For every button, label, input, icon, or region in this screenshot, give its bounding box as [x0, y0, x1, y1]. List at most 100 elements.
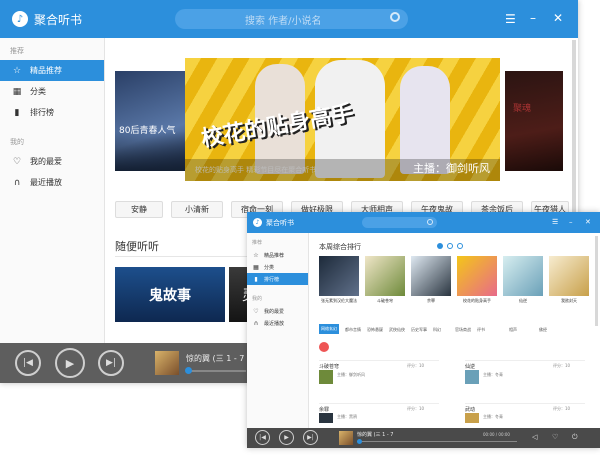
- progress-track[interactable]: [357, 441, 517, 442]
- character-illustration: [400, 66, 450, 174]
- sidebar-item-recent[interactable]: ∩ 最近播放: [247, 317, 308, 329]
- list-item-title[interactable]: 余罪: [319, 406, 329, 413]
- sidebar-item-favorites[interactable]: ♡ 我的最爱: [247, 305, 308, 317]
- category-tab[interactable]: 武侠仙侠: [389, 327, 405, 333]
- player-bar: |◀ ▶ ▶| 惊的翼 (三 1 - 7 00:00 / 00:00 ◁ ♡ ⏻: [247, 428, 600, 448]
- star-icon: ☆: [253, 251, 259, 259]
- search-icon[interactable]: [390, 12, 400, 22]
- title-bar: ♪ 聚合听书 搜索 作者/小说名 ☰ – ✕: [0, 0, 578, 38]
- close-icon[interactable]: ✕: [585, 218, 591, 226]
- play-button[interactable]: ▶: [55, 348, 85, 378]
- book-title: 校花的贴身高手: [463, 298, 491, 303]
- sidebar-item-featured[interactable]: ☆ 精品推荐: [0, 60, 104, 81]
- sidebar-section-mine: 我的: [252, 296, 263, 302]
- search-input[interactable]: [362, 217, 437, 228]
- menu-icon[interactable]: ☰: [552, 218, 558, 226]
- sidebar-item-favorites[interactable]: ♡ 我的最爱: [0, 151, 104, 172]
- next-button[interactable]: ▶|: [98, 350, 124, 376]
- card-ghost-story[interactable]: 鬼故事: [115, 267, 225, 322]
- sidebar-section-recommend: 推荐: [252, 240, 263, 246]
- list-item-title[interactable]: 仙逆: [465, 363, 475, 370]
- book-title: 张无素到汉伦大魔法: [321, 298, 357, 303]
- power-icon[interactable]: ⏻: [572, 433, 578, 442]
- previous-button[interactable]: |◀: [15, 350, 41, 376]
- book-cover[interactable]: [457, 256, 497, 296]
- minimize-icon[interactable]: –: [569, 218, 573, 226]
- volume-icon[interactable]: ◁: [532, 433, 537, 441]
- book-cover[interactable]: [319, 256, 359, 296]
- chart-title: 本周综合排行: [319, 243, 361, 251]
- carousel-dot[interactable]: [447, 243, 453, 249]
- carousel-dot[interactable]: [457, 243, 463, 249]
- category-tab[interactable]: 佛经: [539, 327, 547, 333]
- banner-anchor: 主播：御剑听风: [413, 162, 490, 175]
- sidebar-item-categories[interactable]: ▦ 分类: [0, 81, 104, 102]
- list-item-title[interactable]: 武动: [465, 406, 475, 413]
- sidebar-item-categories[interactable]: ▦ 分类: [247, 261, 308, 273]
- bar-chart-icon: ▮: [254, 275, 258, 283]
- bar-chart-icon: ▮: [14, 107, 20, 118]
- book-cover[interactable]: [503, 256, 543, 296]
- list-item-cover[interactable]: [319, 413, 333, 423]
- banner-left-text: 80后青春人气: [119, 126, 176, 136]
- category-tab[interactable]: 官场商战: [455, 327, 471, 333]
- list-item-meta: 评分：10: [407, 406, 425, 411]
- carousel-dot-active[interactable]: [437, 243, 443, 249]
- category-tab[interactable]: 都市言情: [345, 327, 361, 333]
- album-cover: [339, 431, 353, 445]
- heart-icon: ♡: [12, 156, 22, 167]
- tag-button[interactable]: 小清新: [171, 201, 223, 218]
- category-tab[interactable]: 科幻: [433, 327, 441, 333]
- sidebar-section-recommend: 推荐: [10, 47, 24, 55]
- search-input[interactable]: 搜索 作者/小说名: [175, 9, 408, 29]
- track-title: 惊的翼 (三 1 - 7: [186, 354, 245, 363]
- progress-handle[interactable]: [357, 439, 362, 444]
- track-title: 惊的翼 (三 1 - 7: [357, 432, 394, 438]
- list-item-author: 主播：冬青: [483, 372, 503, 377]
- list-item-cover[interactable]: [465, 413, 479, 423]
- sidebar: 推荐 ☆ 精品推荐 ▦ 分类 ▮ 排行榜 我的 ♡ 我的最爱 ∩ 最近播放: [0, 38, 105, 343]
- album-cover: [155, 351, 179, 375]
- scrollbar[interactable]: [595, 236, 598, 326]
- list-item-cover[interactable]: [319, 370, 333, 384]
- book-cover[interactable]: [549, 256, 589, 296]
- sidebar-item-ranking[interactable]: ▮ 排行榜: [0, 102, 104, 123]
- category-tab[interactable]: 评书: [477, 327, 485, 333]
- card-title: 鬼故事: [149, 287, 191, 304]
- search-placeholder: 搜索 作者/小说名: [245, 15, 322, 27]
- banner-right[interactable]: 聚魂: [505, 71, 563, 171]
- close-icon[interactable]: ✕: [553, 11, 563, 25]
- progress-track[interactable]: [186, 370, 246, 372]
- headphones-icon: ∩: [253, 319, 259, 327]
- list-item-title[interactable]: 斗破苍穹: [319, 363, 339, 370]
- minimize-icon[interactable]: –: [530, 11, 536, 25]
- sidebar-item-label: 我的最爱: [30, 157, 62, 166]
- book-title: 斗破苍穹: [377, 298, 393, 303]
- sidebar-item-label: 排行榜: [30, 108, 54, 117]
- next-button[interactable]: ▶|: [303, 430, 318, 445]
- category-tab[interactable]: 恐怖悬疑: [367, 327, 383, 333]
- category-tab-active[interactable]: 网络玄幻: [319, 324, 339, 334]
- book-title: 仙逆: [519, 298, 527, 303]
- tag-button[interactable]: 安静: [115, 201, 163, 218]
- sidebar-item-label: 精品推荐: [30, 66, 62, 75]
- heart-icon: ♡: [253, 307, 259, 315]
- book-cover[interactable]: [365, 256, 405, 296]
- play-button[interactable]: ▶: [279, 430, 294, 445]
- sidebar-item-featured[interactable]: ☆ 精品推荐: [247, 249, 308, 261]
- sidebar-item-ranking[interactable]: ▮ 排行榜: [247, 273, 308, 285]
- book-cover[interactable]: [411, 256, 451, 296]
- progress-handle[interactable]: [185, 367, 192, 374]
- heart-icon[interactable]: ♡: [552, 433, 558, 441]
- sidebar-item-label: 我的最爱: [264, 308, 285, 315]
- list-item-cover[interactable]: [465, 370, 479, 384]
- previous-button[interactable]: |◀: [255, 430, 270, 445]
- banner-center[interactable]: 校花的贴身高手 校花的贴身高手 精彩节目尽在聚合听书 主播：御剑听风: [185, 58, 500, 181]
- title-bar: ♪ 聚合听书 ☰ – ✕: [247, 212, 600, 233]
- search-icon[interactable]: [427, 219, 433, 225]
- category-tab[interactable]: 历史军事: [411, 327, 427, 333]
- sidebar-item-recent[interactable]: ∩ 最近播放: [0, 172, 104, 193]
- category-tab[interactable]: 相声: [509, 327, 517, 333]
- menu-icon[interactable]: ☰: [505, 12, 516, 26]
- banner-right-text: 聚魂: [513, 104, 532, 114]
